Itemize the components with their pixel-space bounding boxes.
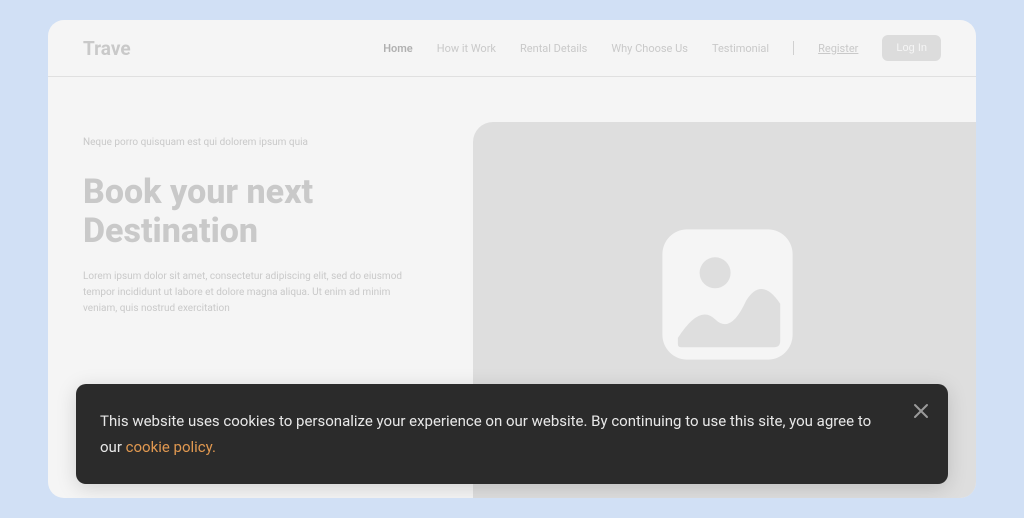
nav-why-choose-us[interactable]: Why Choose Us xyxy=(611,42,688,55)
register-link[interactable]: Register xyxy=(818,42,858,55)
hero-image-wrap xyxy=(473,137,941,317)
login-button[interactable]: Log In xyxy=(882,35,941,61)
nav: Home How it Work Rental Details Why Choo… xyxy=(383,35,941,61)
hero-headline-line2: Destination xyxy=(83,212,443,251)
hero-section: Neque porro quisquam est qui dolorem ips… xyxy=(48,77,976,317)
cookie-text: This website uses cookies to personalize… xyxy=(100,408,888,461)
image-icon xyxy=(650,217,805,372)
hero-headline: Book your next Destination xyxy=(83,173,443,251)
hero-description: Lorem ipsum dolor sit amet, consectetur … xyxy=(83,269,423,317)
nav-rental-details[interactable]: Rental Details xyxy=(520,42,587,55)
hero-headline-line1: Book your next xyxy=(83,173,443,212)
nav-how-it-work[interactable]: How it Work xyxy=(437,42,496,55)
header: Trave Home How it Work Rental Details Wh… xyxy=(48,20,976,77)
close-icon xyxy=(913,403,929,419)
cookie-policy-link[interactable]: cookie policy. xyxy=(126,438,216,456)
hero-eyebrow: Neque porro quisquam est qui dolorem ips… xyxy=(83,137,443,148)
app-window: Trave Home How it Work Rental Details Wh… xyxy=(48,20,976,498)
hero-content: Neque porro quisquam est qui dolorem ips… xyxy=(83,137,443,317)
cookie-banner: This website uses cookies to personalize… xyxy=(76,384,948,485)
logo[interactable]: Trave xyxy=(83,37,131,60)
nav-home[interactable]: Home xyxy=(383,42,413,55)
close-button[interactable] xyxy=(910,400,932,422)
nav-testimonial[interactable]: Testimonial xyxy=(712,42,769,55)
nav-divider xyxy=(793,41,794,55)
